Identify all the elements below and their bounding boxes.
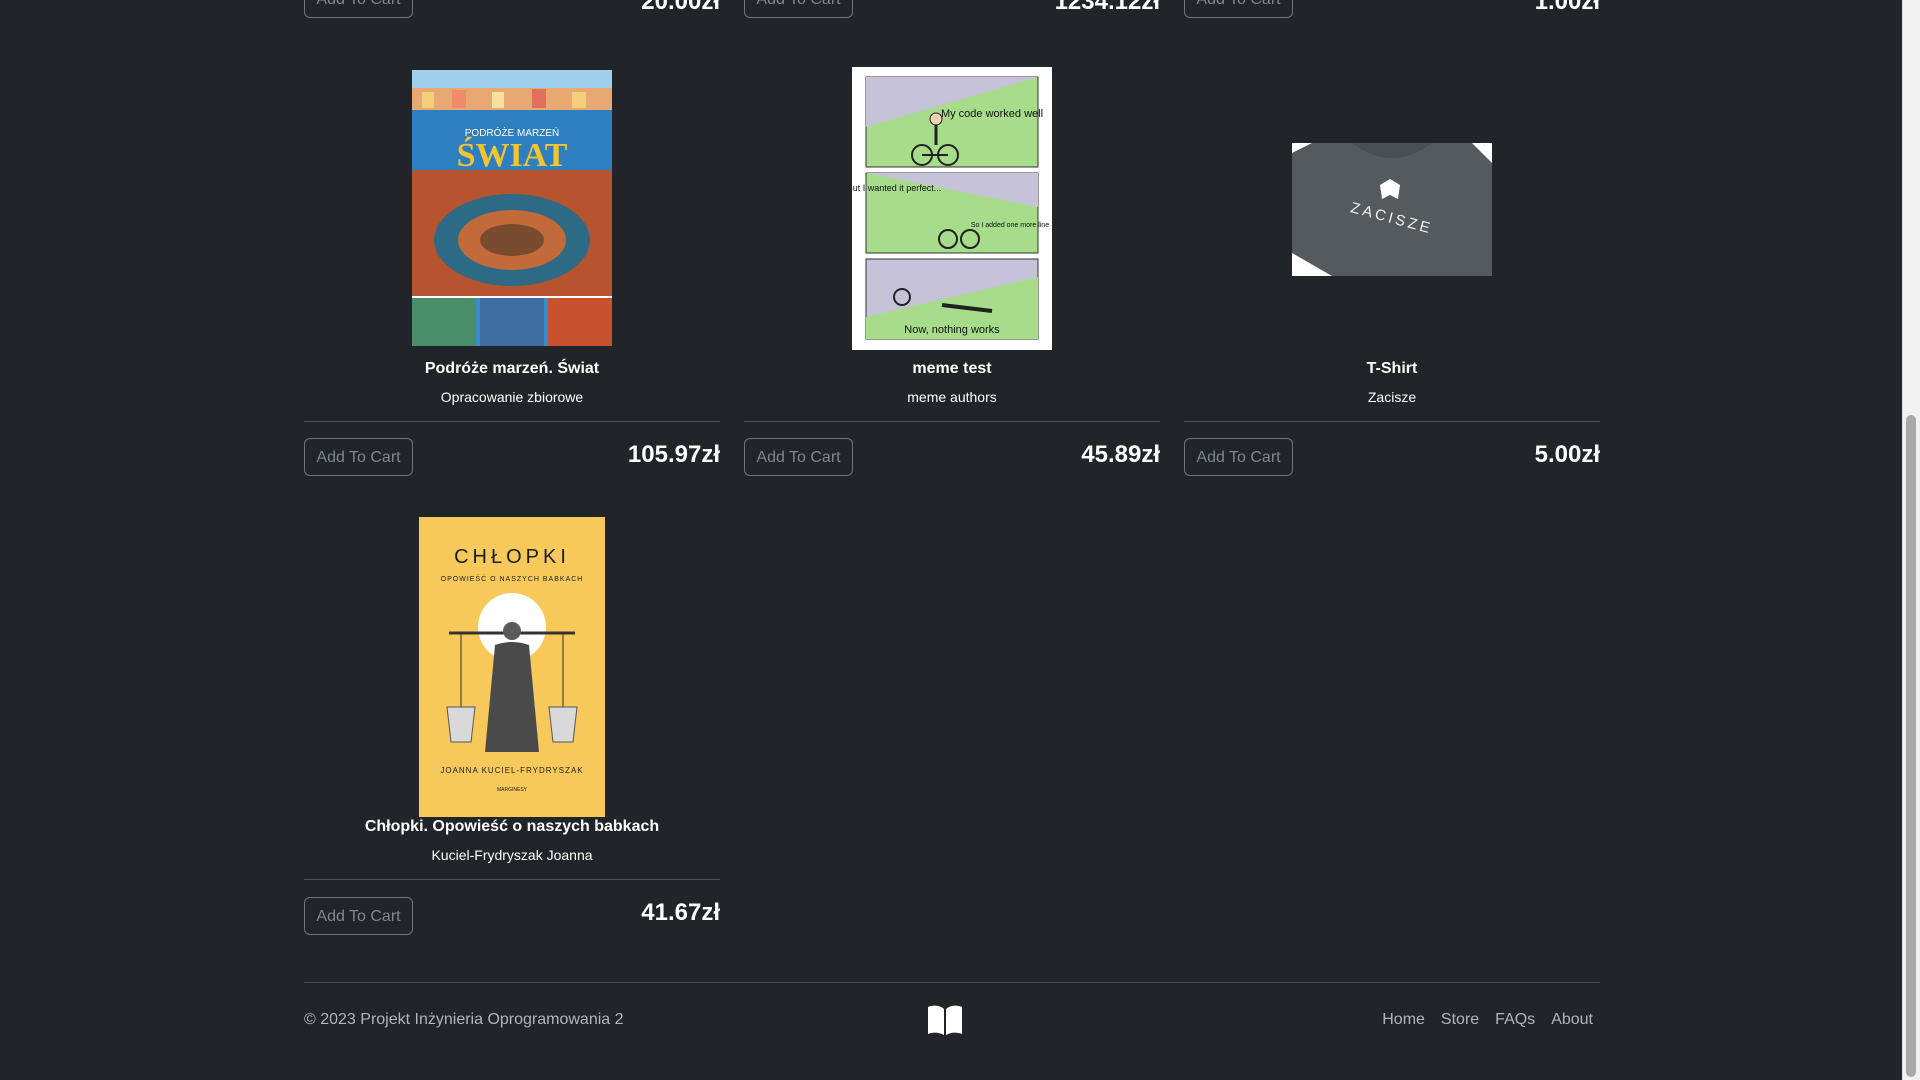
add-to-cart-button[interactable]: Add To Cart <box>1184 0 1293 18</box>
footer-link-faqs[interactable]: FAQs <box>1495 1010 1535 1030</box>
card-divider <box>1184 421 1600 422</box>
cover-author-text: JOANNA KUCIEL-FRYDRYSZAK <box>440 766 583 775</box>
meme-panel-1-text: My code worked well <box>941 108 1043 120</box>
meme-image[interactable]: My code worked well But I wanted it perf… <box>852 67 1052 350</box>
footer-divider <box>304 982 1600 983</box>
product-image-frame: PODRÓŻE MARZEŃ ŚWIAT <box>304 60 720 360</box>
footer-link-store[interactable]: Store <box>1441 1010 1479 1030</box>
product-price: 5.00zł <box>1534 441 1600 468</box>
product-author: Zacisze <box>1367 389 1417 405</box>
meme-panel-3-text: Now, nothing works <box>904 324 1000 336</box>
footer-copyright: © 2023 Projekt Inżynieria Oprogramowania… <box>304 1011 624 1028</box>
scrollbar-thumb[interactable] <box>1906 415 1916 1077</box>
product-author: meme authors <box>907 389 997 405</box>
cover-podroze-swiat-image[interactable]: PODRÓŻE MARZEŃ ŚWIAT <box>412 70 612 346</box>
product-image-frame: My code worked well But I wanted it perf… <box>744 60 1160 360</box>
product-author: Kuciel-Frydryszak Joanna <box>431 847 593 863</box>
product-title[interactable]: T-Shirt <box>1184 359 1600 379</box>
add-to-cart-button[interactable]: Add To Cart <box>1184 438 1293 476</box>
cover-subtitle-text: OPOWIEŚĆ O NASZYCH BABKACH <box>441 574 584 583</box>
product-price: 45.89zł <box>1081 441 1160 468</box>
product-price: 1.00zł <box>1534 0 1600 15</box>
product-author: Opracowanie zbiorowe <box>440 389 584 405</box>
product-price: 20.00zł <box>641 0 720 15</box>
scrollbar-track[interactable] <box>1902 0 1920 1080</box>
add-to-cart-button[interactable]: Add To Cart <box>304 0 413 18</box>
cover-title-text: CHŁOPKI <box>454 546 570 568</box>
product-price: 41.67zł <box>641 899 720 926</box>
product-title[interactable]: Chłopki. Opowieść o naszych babkach <box>304 817 720 837</box>
cover-chlopki-image[interactable]: CHŁOPKI OPOWIEŚĆ O NASZYCH BABKACH JOANN… <box>419 517 605 817</box>
add-to-cart-button[interactable]: Add To Cart <box>744 0 853 18</box>
footer-link-home[interactable]: Home <box>1382 1010 1425 1030</box>
book-logo-icon[interactable] <box>927 1004 963 1041</box>
card-divider <box>744 421 1160 422</box>
add-to-cart-button[interactable]: Add To Cart <box>304 438 413 476</box>
footer-link-about[interactable]: About <box>1551 1010 1593 1030</box>
meme-panel-2-text: But I wanted it perfect... <box>852 183 941 193</box>
meme-panel-2b-text: So I added one more line <box>971 222 1049 229</box>
product-title[interactable]: Podróże marzeń. Świat <box>304 359 720 379</box>
card-divider <box>304 421 720 422</box>
cover-title-text: ŚWIAT <box>457 136 568 174</box>
add-to-cart-button[interactable]: Add To Cart <box>304 897 413 935</box>
add-to-cart-button[interactable]: Add To Cart <box>744 438 853 476</box>
footer-nav: Home Store FAQs About <box>1366 1010 1593 1030</box>
tshirt-image[interactable]: ZACISZE <box>1292 143 1492 276</box>
card-divider <box>304 879 720 880</box>
cover-publisher-text: MARGINESY <box>497 787 528 793</box>
product-price: 1234.12zł <box>1054 0 1160 15</box>
product-title[interactable]: meme test <box>744 359 1160 379</box>
product-price: 105.97zł <box>627 441 720 468</box>
product-image-frame: ZACISZE <box>1184 60 1600 360</box>
